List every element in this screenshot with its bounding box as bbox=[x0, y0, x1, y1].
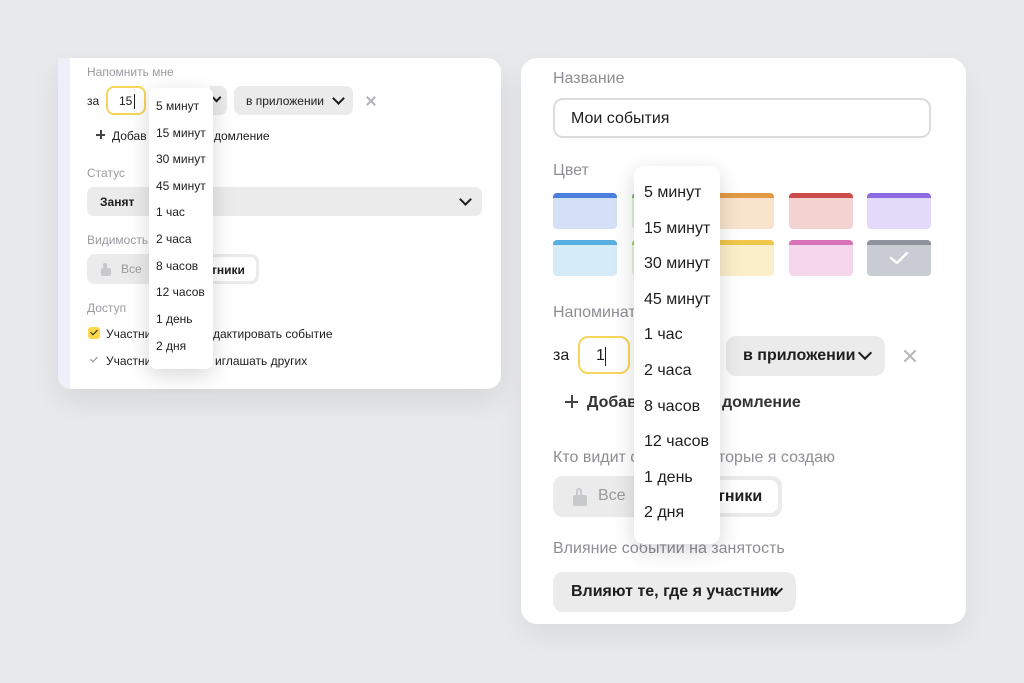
channel-select[interactable]: в приложении bbox=[234, 86, 353, 115]
access-checkbox-2[interactable] bbox=[88, 354, 100, 366]
visibility-all[interactable]: Все bbox=[121, 262, 142, 276]
who-sees-label-rest: торые я создаю bbox=[718, 449, 836, 466]
lock-icon bbox=[101, 263, 111, 276]
dropdown-option[interactable]: 2 часа bbox=[644, 362, 691, 380]
access-item-1-label: Участни bbox=[106, 327, 152, 341]
remove-reminder-icon[interactable] bbox=[902, 348, 918, 364]
dropdown-option[interactable]: 45 минут bbox=[156, 179, 206, 193]
color-label: Цвет bbox=[553, 162, 589, 179]
dropdown-option[interactable]: 1 день bbox=[644, 469, 693, 487]
chevron-down-icon bbox=[857, 345, 873, 361]
remind-label: Напомнить мне bbox=[87, 65, 174, 79]
name-input[interactable]: Мои события bbox=[553, 98, 931, 138]
dropdown-option[interactable]: 15 минут bbox=[156, 126, 206, 140]
minutes-dropdown: 5 минут 15 минут 30 минут 45 минут 1 час… bbox=[634, 166, 720, 544]
add-reminder-link-rest[interactable]: домление bbox=[214, 129, 270, 143]
text-caret bbox=[605, 347, 606, 366]
chevron-down-icon bbox=[211, 92, 222, 103]
visibility-label: Видимость bbox=[87, 233, 149, 247]
dropdown-option[interactable]: 1 час bbox=[156, 205, 185, 219]
minutes-input[interactable]: 15 bbox=[106, 86, 146, 115]
access-checkbox-1[interactable] bbox=[88, 327, 100, 339]
dropdown-option[interactable]: 2 часа bbox=[156, 232, 192, 246]
status-label: Статус bbox=[87, 166, 125, 180]
dropdown-option[interactable]: 5 минут bbox=[156, 99, 199, 113]
dropdown-option[interactable]: 45 минут bbox=[644, 291, 710, 309]
chevron-down-icon bbox=[332, 92, 345, 105]
access-item-2-label-rest: иглашать других bbox=[215, 354, 308, 368]
visibility-all[interactable]: Все bbox=[598, 487, 626, 505]
color-swatch-light-blue[interactable] bbox=[553, 240, 617, 276]
minutes-dropdown: 5 минут 15 минут 30 минут 45 минут 1 час… bbox=[149, 88, 213, 369]
panel-edge bbox=[58, 58, 70, 389]
color-swatch-blue[interactable] bbox=[553, 193, 617, 229]
channel-select-label: в приложении bbox=[246, 94, 324, 108]
for-label: за bbox=[553, 347, 570, 364]
access-item-2-label: Участни bbox=[106, 354, 152, 368]
minutes-value: 1 bbox=[596, 347, 605, 364]
for-label: за bbox=[87, 94, 100, 108]
color-swatch-grey-selected[interactable] bbox=[867, 240, 931, 276]
busy-select-label: Влияют те, где я участник bbox=[571, 583, 778, 600]
visibility-participants-label: тники bbox=[717, 488, 763, 505]
busy-select[interactable]: Влияют те, где я участник bbox=[553, 572, 796, 612]
plus-icon[interactable] bbox=[565, 395, 578, 408]
status-select[interactable]: Занят bbox=[87, 187, 482, 216]
minutes-input[interactable]: 1 bbox=[578, 336, 630, 374]
reminders-label: Напоминат bbox=[553, 304, 636, 321]
dropdown-option[interactable]: 1 день bbox=[156, 312, 193, 326]
minutes-value: 15 bbox=[119, 94, 133, 108]
dropdown-option[interactable]: 12 часов bbox=[644, 433, 709, 451]
dropdown-option[interactable]: 1 час bbox=[644, 326, 683, 344]
access-item-1-label-rest: дактировать событие bbox=[213, 327, 333, 341]
add-reminder-link[interactable]: Добав bbox=[587, 394, 637, 412]
color-swatch-pink[interactable] bbox=[789, 240, 853, 276]
access-label: Доступ bbox=[87, 301, 127, 315]
dropdown-option[interactable]: 5 минут bbox=[644, 184, 701, 202]
name-value: Мои события bbox=[571, 110, 670, 127]
add-reminder-link-rest[interactable]: домление bbox=[722, 394, 801, 412]
dropdown-option[interactable]: 15 минут bbox=[644, 220, 710, 238]
checkmark-icon bbox=[889, 251, 909, 265]
add-reminder-link[interactable]: Добав bbox=[112, 129, 147, 143]
lock-icon bbox=[573, 488, 587, 506]
channel-select-label: в приложении bbox=[743, 347, 856, 364]
chevron-down-icon bbox=[459, 193, 472, 206]
dropdown-option[interactable]: 2 дня bbox=[156, 339, 186, 353]
channel-select[interactable]: в приложении bbox=[726, 336, 885, 376]
color-swatch-purple[interactable] bbox=[867, 193, 931, 229]
dropdown-option[interactable]: 8 часов bbox=[156, 259, 198, 273]
visibility-participants-label: тники bbox=[211, 263, 245, 277]
dropdown-option[interactable]: 2 дня bbox=[644, 504, 684, 522]
name-label: Название bbox=[553, 70, 625, 87]
who-sees-label: Кто видит с bbox=[553, 449, 639, 466]
dropdown-option[interactable]: 12 часов bbox=[156, 285, 205, 299]
text-caret bbox=[134, 94, 135, 109]
dropdown-option[interactable]: 8 часов bbox=[644, 398, 700, 416]
status-value: Занят bbox=[100, 195, 135, 209]
dropdown-option[interactable]: 30 минут bbox=[156, 152, 206, 166]
color-swatch-red[interactable] bbox=[789, 193, 853, 229]
plus-icon[interactable] bbox=[96, 130, 105, 139]
remove-reminder-icon[interactable] bbox=[365, 95, 377, 107]
dropdown-option[interactable]: 30 минут bbox=[644, 255, 710, 273]
